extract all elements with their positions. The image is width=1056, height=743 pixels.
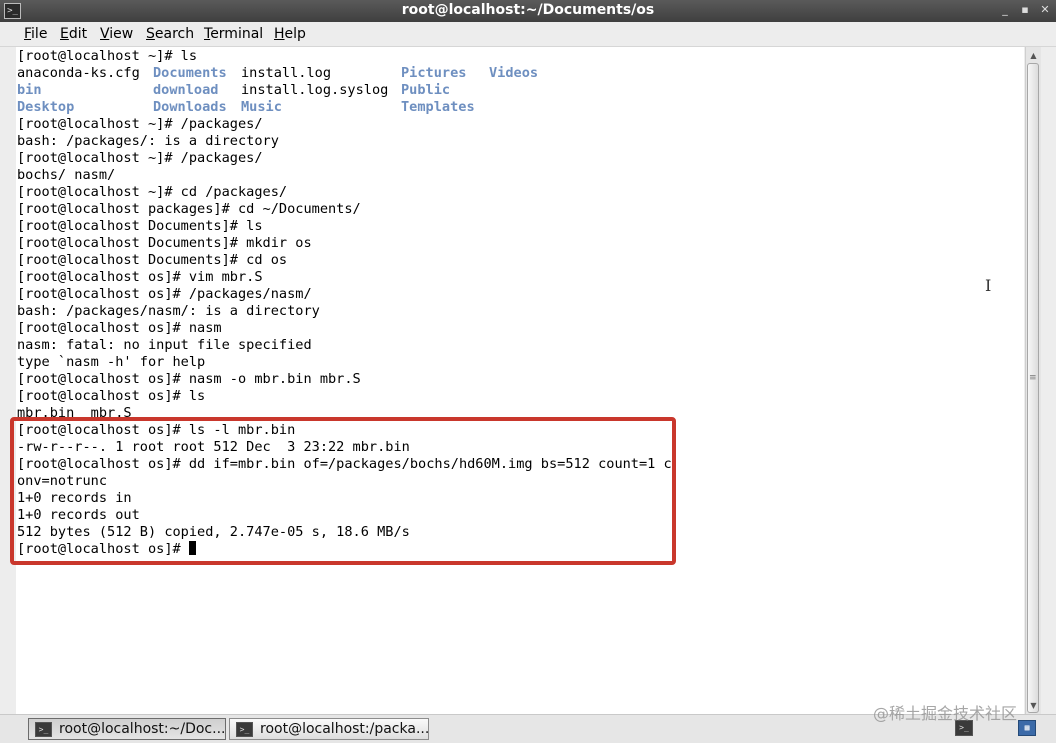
terminal-line: [root@localhost ~]# cd /packages/ [17, 184, 288, 200]
terminal-line: [root@localhost os]# ls -l mbr.bin [17, 422, 296, 438]
menu-help[interactable]: Help [274, 26, 306, 42]
menu-view[interactable]: View [100, 26, 133, 42]
ls-entry: anaconda-ks.cfg [17, 65, 140, 81]
ls-entry: Templates [401, 99, 475, 115]
taskbar-item-documents[interactable]: >_ root@localhost:~/Doc... [28, 718, 226, 740]
terminal-line: [root@localhost os]# /packages/nasm/ [17, 286, 312, 302]
menu-terminal[interactable]: Terminal [204, 26, 263, 42]
terminal-line: [root@localhost os]# ls [17, 388, 206, 404]
terminal-line: 512 bytes (512 B) copied, 2.747e-05 s, 1… [17, 524, 410, 540]
prompt-text: [root@localhost os]# [17, 541, 189, 557]
terminal-line: type `nasm -h' for help [17, 354, 206, 370]
terminal-line: [root@localhost ~]# /packages/ [17, 150, 263, 166]
workspace-switcher-icon[interactable]: ▦ [1018, 720, 1036, 736]
terminal-prompt-line: [root@localhost os]# [17, 541, 196, 558]
terminal-line: bash: /packages/: is a directory [17, 133, 279, 149]
taskbar-item-label: root@localhost:/packa... [260, 721, 430, 737]
terminal-icon: >_ [35, 722, 52, 737]
terminal-line: bochs/ nasm/ [17, 167, 116, 183]
ls-entry: Public [401, 82, 451, 98]
watermark-text: @稀土掘金技术社区 [873, 704, 1018, 723]
ls-entry: Desktop [17, 99, 75, 115]
terminal-line: [root@localhost Documents]# cd os [17, 252, 288, 268]
title-bar: >_ root@localhost:~/Documents/os _ ▪ ✕ [0, 0, 1056, 22]
ls-entry: Downloads [153, 99, 227, 115]
taskbar-item-packages[interactable]: >_ root@localhost:/packa... [229, 718, 429, 740]
ls-entry: install.log [241, 65, 332, 81]
terminal-line: [root@localhost os]# dd if=mbr.bin of=/p… [17, 456, 672, 472]
terminal-output[interactable]: [root@localhost ~]# ls anaconda-ks.cfg Do… [16, 47, 1024, 714]
terminal-line: [root@localhost os]# vim mbr.S [17, 269, 263, 285]
menu-file[interactable]: File [24, 26, 47, 42]
ls-entry: install.log.syslog [241, 82, 389, 98]
scrollbar-grip-icon: ≡ [1029, 373, 1037, 383]
terminal-line: [root@localhost os]# nasm -o mbr.bin mbr… [17, 371, 361, 387]
terminal-line: -rw-r--r--. 1 root root 512 Dec 3 23:22 … [17, 439, 410, 455]
scroll-down-arrow-icon[interactable]: ▼ [1028, 699, 1039, 712]
ibeam-cursor-icon: I [985, 276, 992, 295]
terminal-line: [root@localhost packages]# cd ~/Document… [17, 201, 361, 217]
terminal-line: [root@localhost Documents]# mkdir os [17, 235, 312, 251]
ls-entry: download [153, 82, 219, 98]
text-cursor [188, 541, 196, 555]
terminal-line: onv=notrunc [17, 473, 108, 489]
close-icon[interactable]: ✕ [1036, 2, 1054, 18]
terminal-icon: >_ [236, 722, 253, 737]
terminal-line: 1+0 records in [17, 490, 132, 506]
ls-entry: Documents [153, 65, 227, 81]
terminal-line: [root@localhost Documents]# ls [17, 218, 263, 234]
menu-edit[interactable]: Edit [60, 26, 87, 42]
menu-bar: File Edit View Search Terminal Help [0, 22, 1056, 47]
ls-entry: Music [241, 99, 282, 115]
maximize-icon[interactable]: ▪ [1016, 2, 1034, 18]
terminal-line: [root@localhost os]# nasm [17, 320, 222, 336]
ls-entry: bin [17, 82, 42, 98]
menu-search[interactable]: Search [146, 26, 194, 42]
vertical-scrollbar[interactable]: ▲ ≡ ▼ [1025, 47, 1041, 714]
terminal-line: bash: /packages/nasm/: is a directory [17, 303, 320, 319]
minimize-icon[interactable]: _ [996, 2, 1014, 18]
terminal-line: [root@localhost ~]# ls [17, 48, 198, 64]
taskbar-item-label: root@localhost:~/Doc... [59, 721, 226, 737]
terminal-line: nasm: fatal: no input file specified [17, 337, 312, 353]
ls-entry: Pictures [401, 65, 467, 81]
window-title: root@localhost:~/Documents/os [401, 2, 655, 18]
scrollbar-thumb[interactable] [1027, 63, 1039, 713]
terminal-line: [root@localhost ~]# /packages/ [17, 116, 263, 132]
terminal-line: 1+0 records out [17, 507, 140, 523]
scroll-up-arrow-icon[interactable]: ▲ [1028, 49, 1039, 62]
terminal-line: mbr.bin mbr.S [17, 405, 132, 421]
ls-entry: Videos [489, 65, 539, 81]
